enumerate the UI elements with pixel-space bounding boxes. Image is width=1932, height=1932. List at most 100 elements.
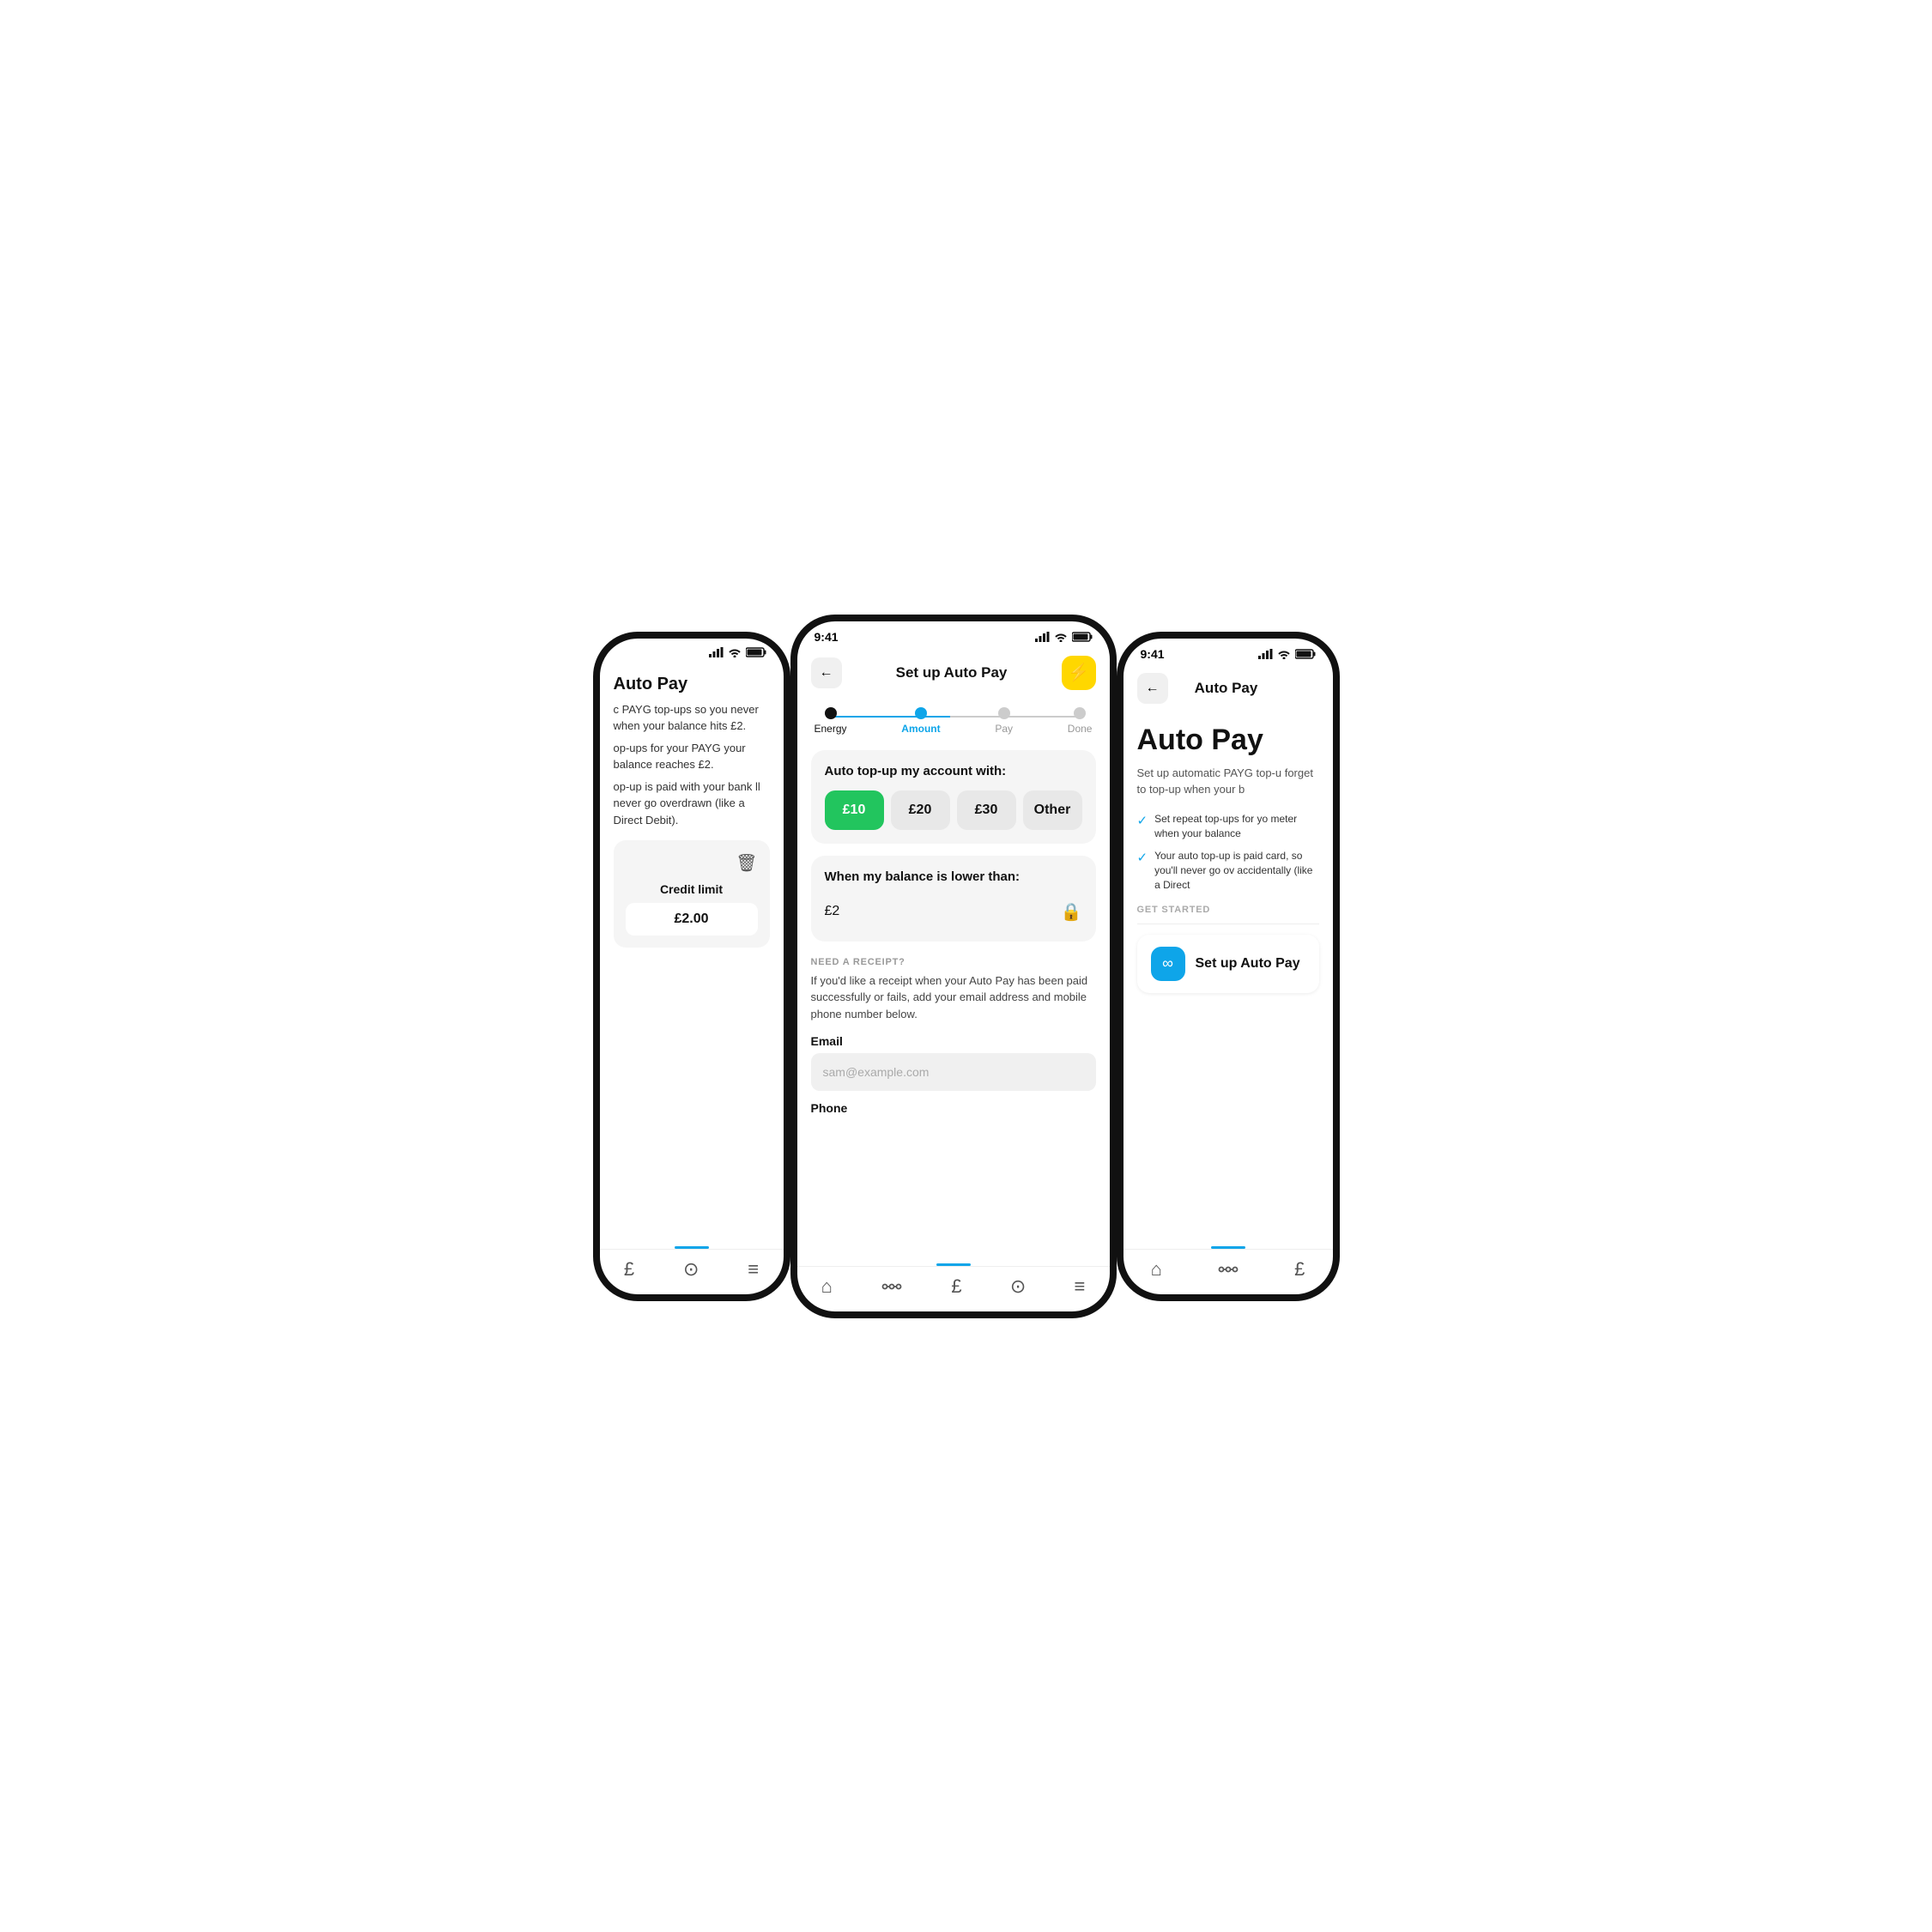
auto-pay-description: Set up automatic PAYG top-u forget to to… [1137, 765, 1319, 798]
balance-value: £2 [825, 904, 840, 919]
amount-card: Auto top-up my account with: £10 £20 £30… [811, 750, 1096, 844]
balance-row: £2 🔒 [825, 896, 1082, 928]
status-time-right: 9:41 [1141, 647, 1165, 661]
left-desc-2: op-ups for your PAYG your balance reache… [614, 740, 770, 773]
receipt-section: NEED A RECEIPT? If you'd like a receipt … [811, 954, 1096, 1130]
help-icon-left: ⊙ [683, 1258, 699, 1281]
pound-icon-left: £ [624, 1258, 634, 1281]
credit-limit-label: Credit limit [626, 882, 758, 896]
bullet-item-1: ✓ Set repeat top-ups for yo meter when y… [1137, 812, 1319, 841]
lightning-icon: ⚡ [1068, 662, 1089, 683]
usage-icon-center [881, 1279, 903, 1294]
menu-icon-center: ≡ [1075, 1275, 1086, 1298]
bullet-text-2: Your auto top-up is paid card, so you'll… [1154, 849, 1318, 892]
setup-btn-label: Set up Auto Pay [1196, 956, 1300, 972]
bottom-nav-right: ⌂ £ [1123, 1249, 1333, 1294]
center-content: Auto top-up my account with: £10 £20 £30… [797, 738, 1110, 1263]
phone-left: Auto Pay c PAYG top-ups so you never whe… [593, 632, 790, 1301]
help-icon-center: ⊙ [1010, 1275, 1026, 1298]
step-dot-pay [998, 707, 1010, 719]
back-arrow-right: ← [1146, 681, 1160, 696]
nav-item-account-right[interactable]: £ [1294, 1258, 1305, 1281]
battery-icon-center [1072, 632, 1093, 642]
wifi-icon-center [1054, 632, 1068, 642]
step-dot-energy [825, 707, 837, 719]
amount-btn-30[interactable]: £30 [957, 790, 1016, 830]
nav-item-help-center[interactable]: ⊙ [1010, 1275, 1026, 1298]
bullet-item-2: ✓ Your auto top-up is paid card, so you'… [1137, 849, 1319, 892]
receipt-description: If you'd like a receipt when your Auto P… [811, 972, 1096, 1023]
account-icon-center: £ [951, 1275, 961, 1298]
step-dot-done [1074, 707, 1086, 719]
nav-item-home-right[interactable]: ⌂ [1151, 1258, 1162, 1281]
left-desc-3: op-up is paid with your bank ll never go… [614, 778, 770, 829]
email-label: Email [811, 1034, 1096, 1048]
back-button-center[interactable]: ← [811, 657, 842, 688]
status-bar-center: 9:41 [797, 621, 1110, 649]
setup-auto-pay-button[interactable]: ∞ Set up Auto Pay [1137, 935, 1319, 993]
left-page-title: Auto Pay [614, 675, 770, 694]
nav-item-pound-left[interactable]: £ [624, 1258, 634, 1281]
check-icon-1: ✓ [1137, 813, 1148, 828]
credit-card: 🗑 Credit limit £2.00 [614, 840, 770, 948]
phone-label: Phone [811, 1101, 1096, 1115]
signal-icon-right [1258, 649, 1273, 659]
step-label-amount: Amount [901, 723, 940, 735]
step-dot-amount [915, 707, 927, 719]
email-input[interactable]: sam@example.com [811, 1053, 1096, 1091]
lightning-button[interactable]: ⚡ [1062, 656, 1096, 690]
amount-card-title: Auto top-up my account with: [825, 764, 1082, 778]
home-icon-right: ⌂ [1151, 1258, 1162, 1281]
receipt-label: NEED A RECEIPT? [811, 957, 1096, 967]
wifi-icon-right [1277, 649, 1291, 659]
status-time-center: 9:41 [815, 630, 839, 644]
step-label-energy: Energy [815, 723, 847, 735]
check-icon-2: ✓ [1137, 850, 1148, 865]
wifi-icon [728, 647, 742, 657]
account-icon-right: £ [1294, 1258, 1305, 1281]
trash-icon[interactable]: 🗑 [736, 852, 757, 874]
nav-item-menu-left[interactable]: ≡ [748, 1258, 759, 1281]
balance-card: When my balance is lower than: £2 🔒 [811, 856, 1096, 942]
stepper: Energy Amount Pay Done [797, 697, 1110, 738]
nav-item-help-left[interactable]: ⊙ [683, 1258, 699, 1281]
bottom-nav-left: £ ⊙ ≡ [600, 1249, 784, 1294]
signal-icon-center [1035, 632, 1050, 642]
home-icon-center: ⌂ [821, 1275, 833, 1298]
step-energy: Energy [815, 707, 847, 735]
usage-icon-right [1217, 1262, 1239, 1277]
step-pay: Pay [995, 707, 1013, 735]
nav-header-right: ← Auto Pay [1123, 666, 1333, 711]
back-button-right[interactable]: ← [1137, 673, 1168, 704]
left-content: Auto Pay c PAYG top-ups so you never whe… [600, 663, 784, 1246]
nav-item-account-center[interactable]: £ [951, 1275, 961, 1298]
back-arrow-center: ← [820, 665, 833, 681]
right-nav-title: Auto Pay [1195, 680, 1258, 697]
right-content: Auto Pay Set up automatic PAYG top-u for… [1123, 711, 1333, 1246]
menu-icon-left: ≡ [748, 1258, 759, 1281]
battery-icon-right [1295, 649, 1316, 659]
left-desc-1: c PAYG top-ups so you never when your ba… [614, 701, 770, 735]
infinity-icon: ∞ [1162, 954, 1173, 972]
signal-icon [709, 647, 724, 657]
amount-buttons: £10 £20 £30 Other [825, 790, 1082, 830]
auto-pay-heading: Auto Pay [1137, 724, 1319, 756]
get-started-label: GET STARTED [1137, 905, 1319, 915]
setup-btn-icon: ∞ [1151, 947, 1185, 981]
status-bar-right: 9:41 [1123, 639, 1333, 666]
bullet-text-1: Set repeat top-ups for yo meter when you… [1154, 812, 1318, 841]
nav-item-menu-center[interactable]: ≡ [1075, 1275, 1086, 1298]
nav-header-center: ← Set up Auto Pay ⚡ [797, 649, 1110, 697]
step-label-done: Done [1068, 723, 1093, 735]
nav-item-home-center[interactable]: ⌂ [821, 1275, 833, 1298]
step-amount: Amount [901, 707, 940, 735]
nav-item-usage-center[interactable] [881, 1279, 903, 1294]
nav-item-usage-right[interactable] [1217, 1262, 1239, 1277]
status-bar-left [600, 639, 784, 663]
balance-card-title: When my balance is lower than: [825, 869, 1082, 884]
amount-btn-10[interactable]: £10 [825, 790, 884, 830]
phone-center: 9:41 ← Set up Auto Pay ⚡ [790, 615, 1117, 1318]
bottom-nav-center: ⌂ £ ⊙ ≡ [797, 1266, 1110, 1311]
amount-btn-other[interactable]: Other [1023, 790, 1082, 830]
amount-btn-20[interactable]: £20 [891, 790, 950, 830]
